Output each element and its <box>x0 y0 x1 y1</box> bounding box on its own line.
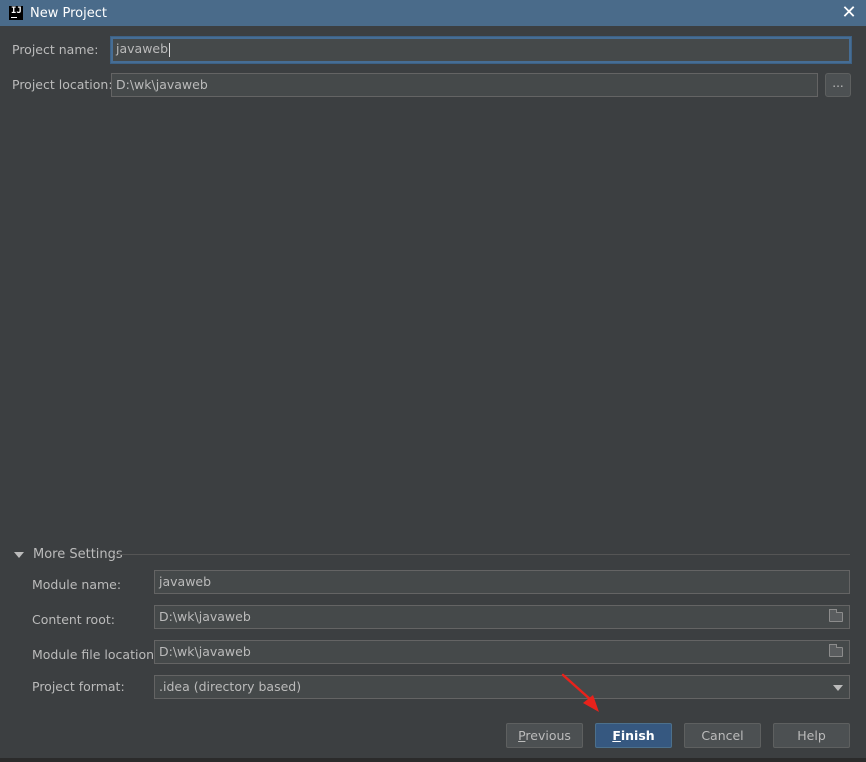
project-format-label: Project format: <box>32 679 125 694</box>
module-file-location-label: Module file location: <box>32 647 159 662</box>
chevron-down-icon <box>833 685 843 691</box>
window-title: New Project <box>30 5 107 21</box>
browse-location-button[interactable]: ... <box>825 73 851 97</box>
previous-label: revious <box>525 728 571 743</box>
intellij-icon: IJ <box>9 6 23 20</box>
module-name-value: javaweb <box>159 574 212 589</box>
project-name-value: javaweb <box>116 41 169 56</box>
more-settings-toggle[interactable]: More Settings <box>14 547 123 562</box>
cancel-label: Cancel <box>701 728 744 743</box>
finish-label: inish <box>620 728 655 743</box>
project-location-input[interactable]: D:\wk\javaweb <box>111 73 818 97</box>
project-format-value: .idea (directory based) <box>159 679 302 694</box>
project-name-label: Project name: <box>12 42 99 57</box>
close-button[interactable]: ✕ <box>838 2 860 24</box>
close-icon: ✕ <box>841 2 857 23</box>
bottom-edge <box>0 758 866 762</box>
module-name-input[interactable]: javaweb <box>154 570 850 594</box>
help-label: Help <box>797 728 826 743</box>
module-file-location-value: D:\wk\javaweb <box>159 644 251 659</box>
finish-mnemonic: F <box>612 728 621 743</box>
browse-button-label: ... <box>832 76 844 90</box>
cancel-button[interactable]: Cancel <box>684 723 761 748</box>
content-root-value: D:\wk\javaweb <box>159 609 251 624</box>
help-button[interactable]: Help <box>773 723 850 748</box>
triangle-down-icon <box>14 551 24 558</box>
project-name-input[interactable]: javaweb <box>111 37 851 63</box>
new-project-dialog: IJ New Project ✕ Project name: javaweb P… <box>0 0 866 762</box>
previous-button[interactable]: Previous <box>506 723 583 748</box>
content-root-label: Content root: <box>32 612 115 627</box>
module-name-label: Module name: <box>32 577 122 592</box>
folder-icon[interactable] <box>829 609 843 622</box>
folder-icon[interactable] <box>829 644 843 657</box>
section-separator <box>114 554 850 555</box>
finish-button[interactable]: Finish <box>595 723 672 748</box>
red-arrow-icon <box>561 673 599 712</box>
project-format-select[interactable]: .idea (directory based) <box>154 675 850 699</box>
project-location-value: D:\wk\javaweb <box>116 77 208 92</box>
title-bar: IJ New Project ✕ <box>0 0 866 26</box>
content-root-input[interactable]: D:\wk\javaweb <box>154 605 850 629</box>
module-file-location-input[interactable]: D:\wk\javaweb <box>154 640 850 664</box>
more-settings-label: More Settings <box>33 547 123 562</box>
text-caret <box>169 42 171 57</box>
project-location-label: Project location: <box>12 77 113 92</box>
